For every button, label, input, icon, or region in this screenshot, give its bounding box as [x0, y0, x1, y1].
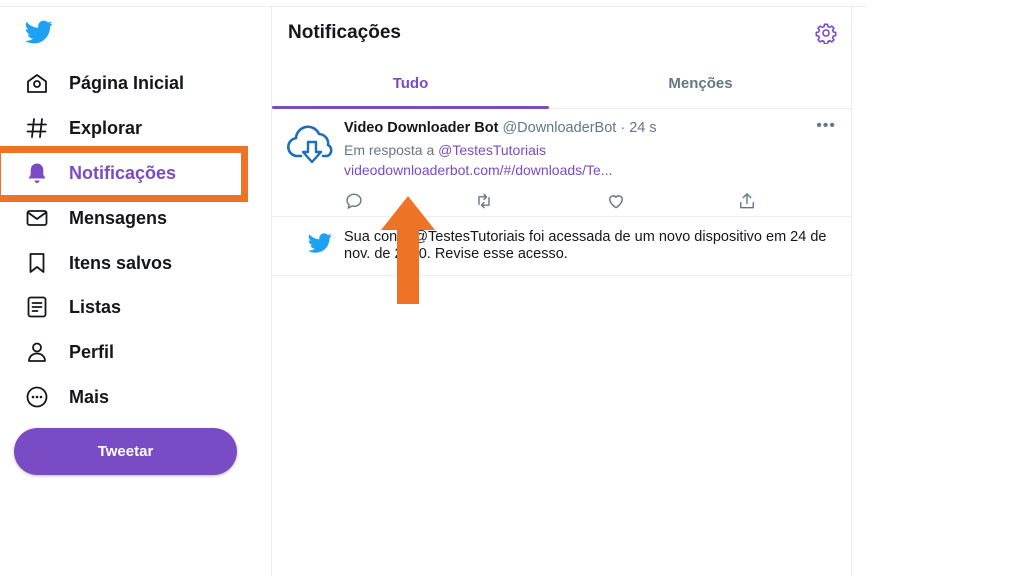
- cloud-download-icon: [287, 125, 333, 164]
- tab-all[interactable]: Tudo: [272, 58, 549, 108]
- notification-header: Video Downloader Bot @DownloaderBot · 24…: [344, 120, 657, 136]
- home-icon: [24, 70, 50, 96]
- tweet-button[interactable]: Tweetar: [14, 428, 237, 475]
- sidebar-item-home[interactable]: Página Inicial: [24, 63, 184, 103]
- sidebar-item-label: Página Inicial: [69, 72, 185, 93]
- sidebar-item-label: Listas: [69, 296, 122, 317]
- sidebar-item-profile[interactable]: Perfil: [24, 332, 114, 372]
- gear-icon[interactable]: [815, 22, 837, 44]
- sidebar-item-label: Mensagens: [69, 207, 168, 228]
- notification-tabs: Tudo Menções: [272, 58, 852, 109]
- twitter-bird-icon[interactable]: [24, 18, 54, 46]
- tab-mentions[interactable]: Menções: [549, 58, 852, 108]
- sidebar-item-label: Itens salvos: [69, 252, 173, 273]
- envelope-icon: [24, 205, 50, 231]
- sidebar-item-explore[interactable]: Explorar: [24, 108, 142, 148]
- more-options-icon[interactable]: •••: [816, 117, 836, 135]
- reply-context: Em resposta a @TestesTutoriais: [344, 142, 546, 158]
- like-icon[interactable]: [606, 191, 626, 211]
- sidebar-item-label: Perfil: [69, 341, 115, 362]
- reply-icon[interactable]: [344, 191, 364, 211]
- list-icon: [24, 294, 50, 320]
- more-circle-icon: [24, 384, 50, 410]
- sidebar-item-lists[interactable]: Listas: [24, 287, 121, 327]
- person-icon: [24, 339, 50, 365]
- notification-text-line: nov. de 2020. Revise esse acesso.: [344, 246, 568, 262]
- notification-item[interactable]: Sua conta @TestesTutoriais foi acessada …: [272, 217, 852, 276]
- reply-mention-link[interactable]: @TestesTutoriais: [438, 142, 546, 158]
- sidebar-item-label: Mais: [69, 386, 110, 407]
- timestamp[interactable]: 24 s: [629, 120, 656, 136]
- bookmark-icon: [24, 250, 50, 276]
- separator-dot: ·: [620, 120, 626, 136]
- share-icon[interactable]: [737, 191, 757, 211]
- twitter-bird-icon: [308, 233, 332, 253]
- author-handle[interactable]: @DownloaderBot: [502, 120, 616, 136]
- reply-prefix: Em resposta a: [344, 142, 435, 158]
- sidebar-item-bookmarks[interactable]: Itens salvos: [24, 243, 172, 283]
- sidebar: Página Inicial Explorar Notificações Men…: [0, 0, 271, 576]
- tweet-link[interactable]: videodownloaderbot.com/#/downloads/Te...: [344, 162, 613, 178]
- highlight-box: [0, 146, 248, 202]
- notifications-column: Notificações Tudo Menções Video Download…: [271, 6, 852, 576]
- annotation-arrow-icon: [381, 196, 435, 304]
- page-title: Notificações: [288, 22, 401, 43]
- sidebar-item-messages[interactable]: Mensagens: [24, 198, 167, 238]
- sidebar-item-label: Explorar: [69, 117, 143, 138]
- notification-item[interactable]: Video Downloader Bot @DownloaderBot · 24…: [272, 109, 852, 217]
- retweet-icon[interactable]: [474, 191, 494, 211]
- author-name[interactable]: Video Downloader Bot: [344, 120, 498, 136]
- hashtag-icon: [24, 115, 50, 141]
- sidebar-item-more[interactable]: Mais: [24, 377, 109, 417]
